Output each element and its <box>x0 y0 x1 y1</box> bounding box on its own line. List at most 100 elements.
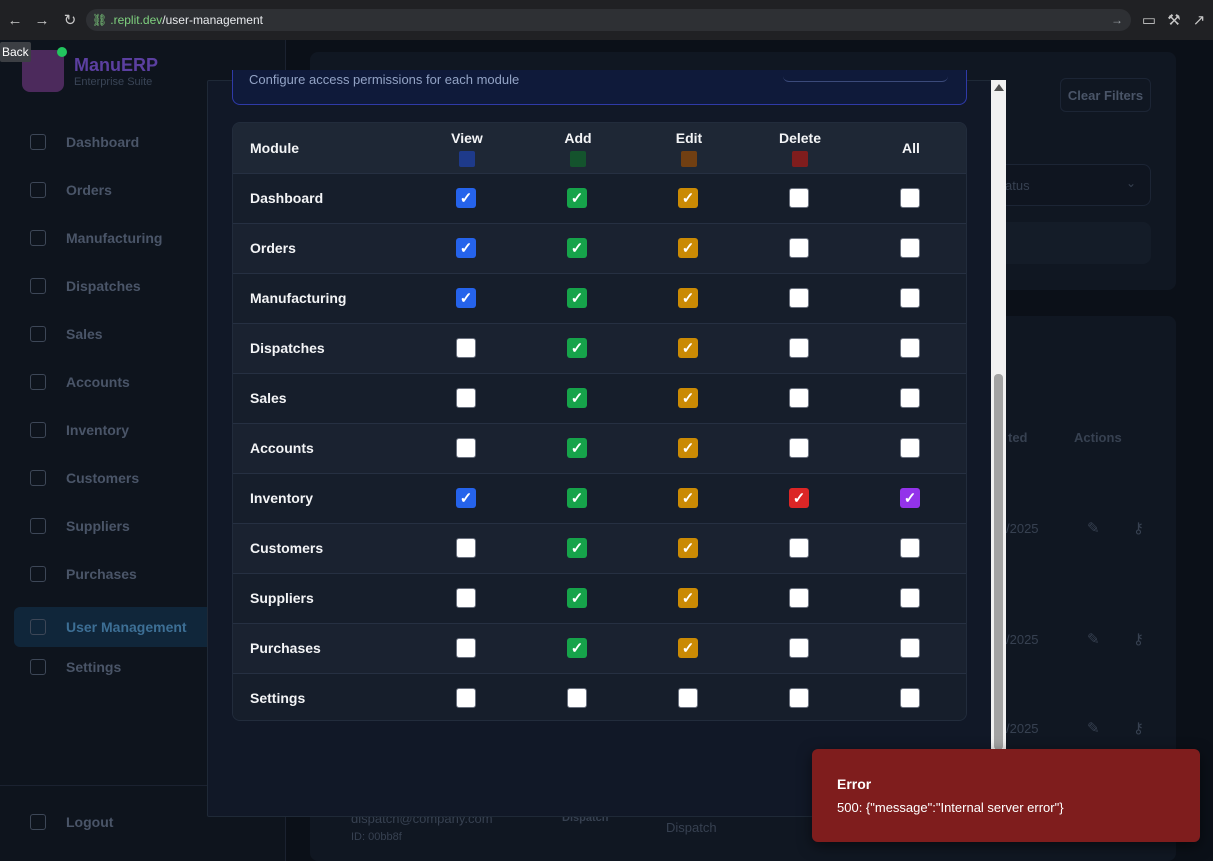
modal-scrollbar[interactable] <box>991 80 1006 750</box>
delete-checkbox[interactable] <box>789 388 809 408</box>
delete-checkbox[interactable] <box>789 688 809 708</box>
view-checkbox[interactable] <box>456 438 476 458</box>
add-checkbox[interactable]: ✓ <box>567 588 587 608</box>
delete-checkbox[interactable]: ✓ <box>789 488 809 508</box>
view-checkbox[interactable] <box>456 388 476 408</box>
view-checkbox[interactable]: ✓ <box>456 288 476 308</box>
delete-checkbox[interactable] <box>789 238 809 258</box>
table-row: Purchases ✓ ✓ <box>233 623 966 673</box>
all-checkbox[interactable] <box>900 388 920 408</box>
add-checkbox[interactable]: ✓ <box>567 338 587 358</box>
sidebar-item-label: Dispatches <box>66 278 141 294</box>
add-checkbox[interactable]: ✓ <box>567 388 587 408</box>
all-checkbox[interactable] <box>900 538 920 558</box>
add-checkbox[interactable]: ✓ <box>567 238 587 258</box>
edit-checkbox[interactable]: ✓ <box>678 338 698 358</box>
key-icon[interactable]: ⚷ <box>1133 630 1144 648</box>
edit-checkbox[interactable]: ✓ <box>678 438 698 458</box>
module-name: Manufacturing <box>250 290 347 306</box>
delete-checkbox[interactable] <box>789 338 809 358</box>
delete-checkbox[interactable] <box>789 538 809 558</box>
module-name: Dispatches <box>250 340 325 356</box>
go-arrow-icon[interactable]: → <box>1111 13 1123 27</box>
add-checkbox[interactable]: ✓ <box>567 288 587 308</box>
cart-icon <box>30 182 46 198</box>
delete-checkbox[interactable] <box>789 288 809 308</box>
banner-action-button[interactable] <box>783 62 948 82</box>
sidebar-item-label: Suppliers <box>66 518 130 534</box>
edit-checkbox[interactable]: ✓ <box>678 588 698 608</box>
chevron-down-icon: ⌄ <box>1125 176 1136 190</box>
edit-icon[interactable]: ✎ <box>1087 630 1100 648</box>
edit-checkbox[interactable]: ✓ <box>678 388 698 408</box>
view-checkbox[interactable] <box>456 638 476 658</box>
monitor-icon[interactable]: ▭ <box>1138 9 1160 31</box>
view-checkbox[interactable] <box>456 688 476 708</box>
col-view: View <box>427 130 507 167</box>
edit-checkbox[interactable]: ✓ <box>678 288 698 308</box>
scroll-up-icon[interactable] <box>994 84 1004 91</box>
user-id: ID: 00bb8f <box>351 831 402 843</box>
view-checkbox[interactable] <box>456 588 476 608</box>
col-actions-header: Actions <box>1074 430 1122 445</box>
view-checkbox[interactable] <box>456 338 476 358</box>
all-checkbox[interactable] <box>900 588 920 608</box>
scroll-thumb[interactable] <box>994 374 1003 750</box>
arrow-left-icon[interactable]: ← <box>4 9 26 31</box>
edit-checkbox[interactable]: ✓ <box>678 638 698 658</box>
table-row: Orders ✓ ✓ ✓ <box>233 223 966 273</box>
col-all: All <box>871 140 951 156</box>
view-checkbox[interactable]: ✓ <box>456 488 476 508</box>
wrench-icon[interactable]: ⚒ <box>1163 9 1185 31</box>
clear-filters-button[interactable]: Clear Filters <box>1060 78 1151 112</box>
all-checkbox[interactable] <box>900 188 920 208</box>
sidebar-item-label: Inventory <box>66 422 130 438</box>
all-checkbox[interactable] <box>900 288 920 308</box>
created-date: /2025 <box>1006 632 1039 647</box>
add-checkbox[interactable]: ✓ <box>567 538 587 558</box>
external-link-icon[interactable]: ↗ <box>1188 9 1210 31</box>
url-domain: .replit.dev <box>110 13 163 27</box>
delete-checkbox[interactable] <box>789 188 809 208</box>
table-row: Sales ✓ ✓ <box>233 373 966 423</box>
sidebar-item-label: Sales <box>66 326 103 342</box>
add-checkbox[interactable] <box>567 688 587 708</box>
key-icon[interactable]: ⚷ <box>1133 519 1144 537</box>
arrow-right-icon[interactable]: → <box>31 9 53 31</box>
edit-checkbox[interactable] <box>678 688 698 708</box>
view-checkbox[interactable]: ✓ <box>456 238 476 258</box>
edit-icon[interactable]: ✎ <box>1087 719 1100 737</box>
link-icon: ⛓ <box>92 13 108 27</box>
all-checkbox[interactable]: ✓ <box>900 488 920 508</box>
add-checkbox[interactable]: ✓ <box>567 638 587 658</box>
address-bar[interactable]: ⛓ .replit.dev /user-management → <box>86 9 1131 31</box>
delete-checkbox[interactable] <box>789 438 809 458</box>
edit-checkbox[interactable]: ✓ <box>678 538 698 558</box>
truck-icon <box>30 278 46 294</box>
all-checkbox[interactable] <box>900 638 920 658</box>
all-checkbox[interactable] <box>900 688 920 708</box>
edit-icon[interactable]: ✎ <box>1087 519 1100 537</box>
cog-icon <box>30 230 46 246</box>
key-icon[interactable]: ⚷ <box>1133 719 1144 737</box>
box-icon <box>30 422 46 438</box>
status-filter-select[interactable]: atus ⌄ <box>990 164 1151 206</box>
add-checkbox[interactable]: ✓ <box>567 438 587 458</box>
delete-checkbox[interactable] <box>789 588 809 608</box>
reload-icon[interactable]: ↻ <box>59 9 81 31</box>
col-edit-label: Edit <box>675 130 703 146</box>
table-row: Inventory ✓ ✓ ✓ ✓ ✓ <box>233 473 966 523</box>
created-date: /2025 <box>1006 521 1039 536</box>
view-checkbox[interactable] <box>456 538 476 558</box>
delete-checkbox[interactable] <box>789 638 809 658</box>
edit-checkbox[interactable]: ✓ <box>678 188 698 208</box>
all-checkbox[interactable] <box>900 238 920 258</box>
edit-checkbox[interactable]: ✓ <box>678 488 698 508</box>
all-checkbox[interactable] <box>900 438 920 458</box>
edit-checkbox[interactable]: ✓ <box>678 238 698 258</box>
view-checkbox[interactable]: ✓ <box>456 188 476 208</box>
add-checkbox[interactable]: ✓ <box>567 488 587 508</box>
add-checkbox[interactable]: ✓ <box>567 188 587 208</box>
all-checkbox[interactable] <box>900 338 920 358</box>
filter-field[interactable] <box>990 222 1151 264</box>
